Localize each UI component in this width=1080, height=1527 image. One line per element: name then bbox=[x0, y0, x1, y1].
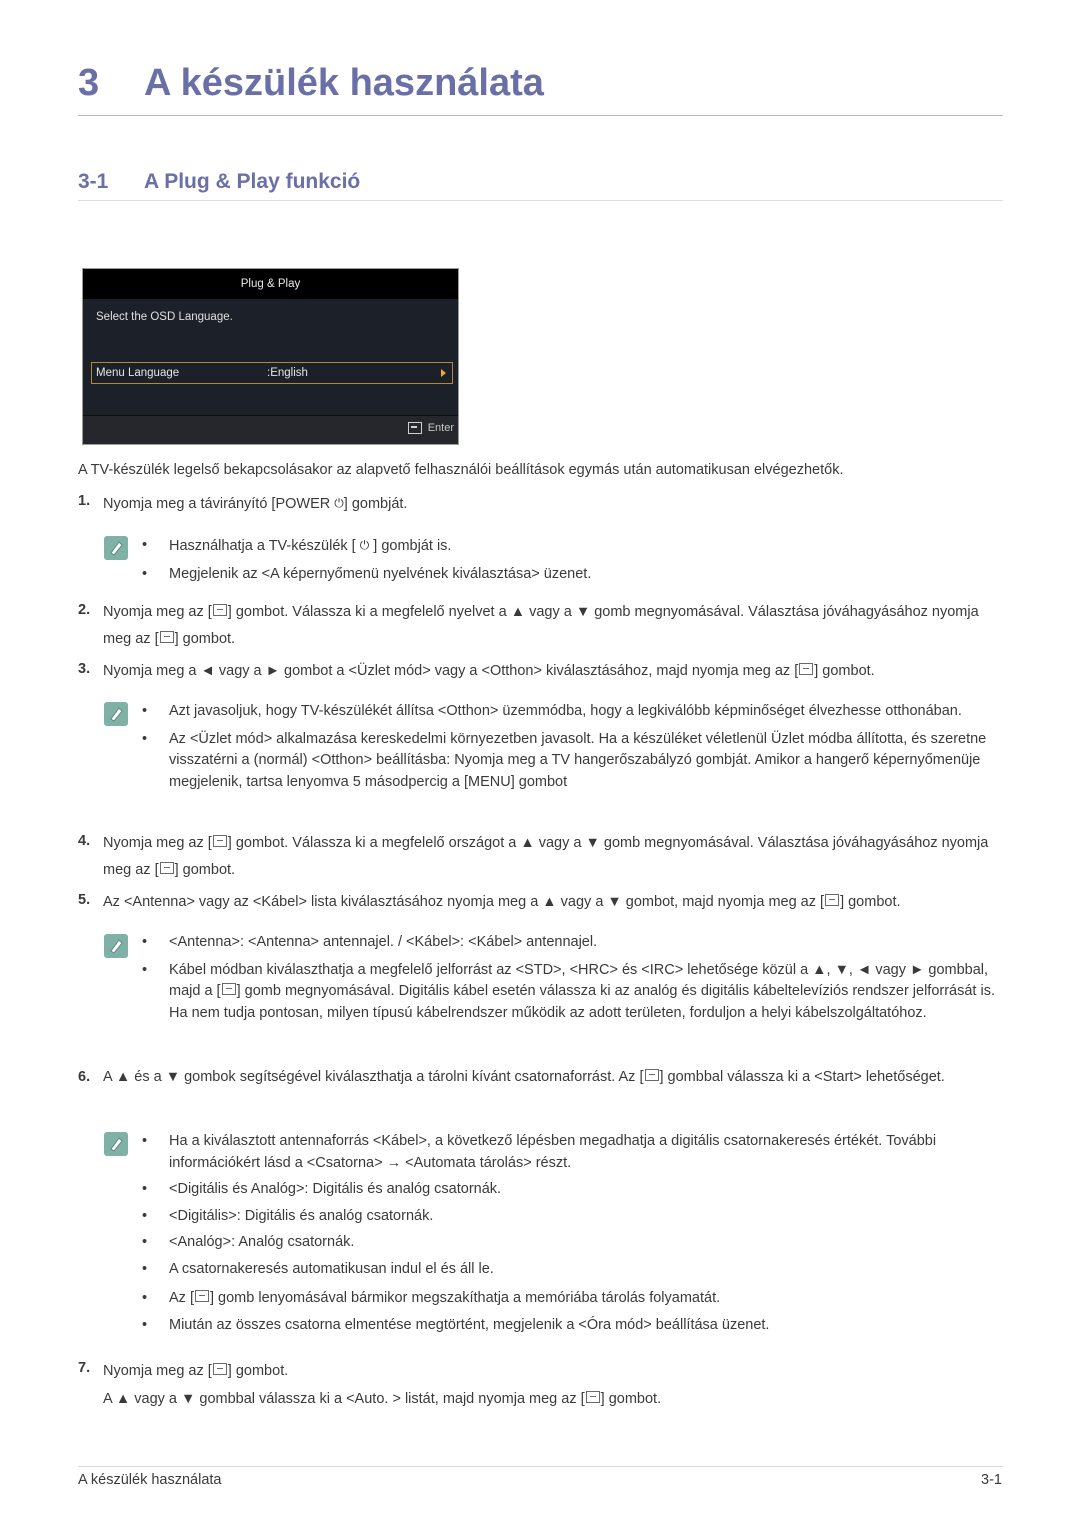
power-icon: ⏻ bbox=[359, 538, 370, 552]
chapter-heading: 3 A készülék használata bbox=[78, 62, 544, 122]
osd-footer: Enter bbox=[83, 415, 458, 444]
step-3: 3. Nyomja meg a ◄ vagy a ► gombot a <Üzl… bbox=[78, 658, 1008, 685]
section-divider bbox=[78, 200, 1003, 201]
osd-screenshot: Plug & Play Select the OSD Language. Men… bbox=[82, 268, 459, 445]
section-title: A Plug & Play funkció bbox=[144, 170, 361, 193]
step-text: ] gombját. bbox=[343, 496, 408, 512]
note-icon bbox=[104, 1132, 128, 1156]
step-number: 7. bbox=[78, 1360, 91, 1376]
step-number: 6. bbox=[78, 1069, 91, 1085]
note-item: <Digitális>: Digitális és analóg csatorn… bbox=[142, 1206, 1008, 1228]
enter-icon bbox=[825, 894, 840, 906]
osd-row-label: Menu Language bbox=[96, 367, 180, 379]
note-icon bbox=[104, 702, 128, 726]
step-number: 5. bbox=[78, 892, 91, 908]
note-item: Kábel módban kiválaszthatja a megfelelő … bbox=[142, 960, 1008, 1025]
enter-icon bbox=[194, 1290, 209, 1302]
note-item: Használhatja a TV-készülék [ ⏻ ] gombját… bbox=[142, 535, 1008, 558]
enter-icon bbox=[159, 862, 174, 874]
step-6: 6. A ▲ és a ▼ gombok segítségével kivála… bbox=[78, 1066, 1008, 1088]
note-item: Az <Üzlet mód> alkalmazása kereskedelmi … bbox=[142, 729, 1008, 794]
osd-title: Plug & Play bbox=[83, 269, 458, 299]
osd-enter-label: Enter bbox=[427, 422, 454, 434]
osd-prompt: Select the OSD Language. bbox=[96, 311, 233, 323]
step-7: 7. Nyomja meg az [] gombot. A ▲ vagy a ▼… bbox=[78, 1357, 1008, 1413]
step-5: 5. Az <Antenna> vagy az <Kábel> lista ki… bbox=[78, 889, 1008, 916]
note-list-1: Használhatja a TV-készülék [ ⏻ ] gombját… bbox=[142, 535, 1008, 585]
note-list-5: <Antenna>: <Antenna> antennajel. / <Kábe… bbox=[142, 932, 1008, 1024]
step-text: Nyomja meg a távirányító [POWER bbox=[103, 496, 335, 512]
power-icon: ⏻ bbox=[334, 496, 344, 510]
osd-enter-hint: Enter bbox=[407, 422, 454, 434]
step-4: 4. Nyomja meg az [] gombot. Válassza ki … bbox=[78, 830, 1008, 884]
chapter-divider bbox=[78, 115, 1003, 116]
chevron-right-icon bbox=[441, 369, 446, 377]
enter-icon bbox=[159, 631, 174, 643]
section-number: 3-1 bbox=[78, 170, 109, 193]
note-list-6: Ha a kiválasztott antennaforrás <Kábel>,… bbox=[142, 1131, 1008, 1336]
enter-icon bbox=[799, 663, 814, 675]
enter-icon bbox=[212, 1363, 227, 1375]
enter-icon bbox=[585, 1391, 600, 1403]
enter-icon bbox=[644, 1069, 659, 1081]
note-item: <Antenna>: <Antenna> antennajel. / <Kábe… bbox=[142, 932, 1008, 954]
footer-chapter-title: A készülék használata bbox=[78, 1472, 222, 1488]
osd-menu-language-row: Menu Language :English bbox=[91, 362, 453, 384]
step-number: 1. bbox=[78, 493, 91, 509]
enter-icon bbox=[407, 422, 422, 434]
note-item: A csatornakeresés automatikusan indul el… bbox=[142, 1259, 1008, 1281]
osd-row-value: :English bbox=[267, 367, 308, 379]
page-number: 3-1 bbox=[981, 1472, 1002, 1488]
note-item: Ha a kiválasztott antennaforrás <Kábel>,… bbox=[142, 1131, 1008, 1174]
step-number: 4. bbox=[78, 833, 91, 849]
section-heading: 3-1 A Plug & Play funkció bbox=[78, 170, 360, 194]
note-icon bbox=[104, 934, 128, 958]
step-1: 1. Nyomja meg a távirányító [POWER ⏻] go… bbox=[78, 490, 1008, 518]
note-item: Miután az összes csatorna elmentése megt… bbox=[142, 1315, 1008, 1337]
footer-divider bbox=[78, 1466, 1003, 1467]
enter-icon bbox=[221, 983, 236, 995]
note-list-3: Azt javasoljuk, hogy TV-készülékét állít… bbox=[142, 701, 1008, 793]
note-item: <Analóg>: Analóg csatornák. bbox=[142, 1232, 1008, 1254]
note-item: Megjelenik az <A képernyőmenü nyelvének … bbox=[142, 564, 1008, 586]
note-item: Az [] gomb lenyomásával bármikor megszak… bbox=[142, 1288, 1008, 1310]
step-number: 3. bbox=[78, 661, 91, 677]
chapter-title: A készülék használata bbox=[144, 62, 544, 104]
step-2: 2. Nyomja meg az [] gombot. Válassza ki … bbox=[78, 599, 1008, 653]
note-icon bbox=[104, 536, 128, 560]
enter-icon bbox=[212, 835, 227, 847]
note-item: <Digitális és Analóg>: Digitális és anal… bbox=[142, 1179, 1008, 1201]
chapter-number: 3 bbox=[78, 62, 100, 104]
intro-paragraph: A TV-készülék legelső bekapcsolásakor az… bbox=[78, 462, 844, 478]
note-item: Azt javasoljuk, hogy TV-készülékét állít… bbox=[142, 701, 1008, 723]
enter-icon bbox=[212, 604, 227, 616]
step-number: 2. bbox=[78, 602, 91, 618]
